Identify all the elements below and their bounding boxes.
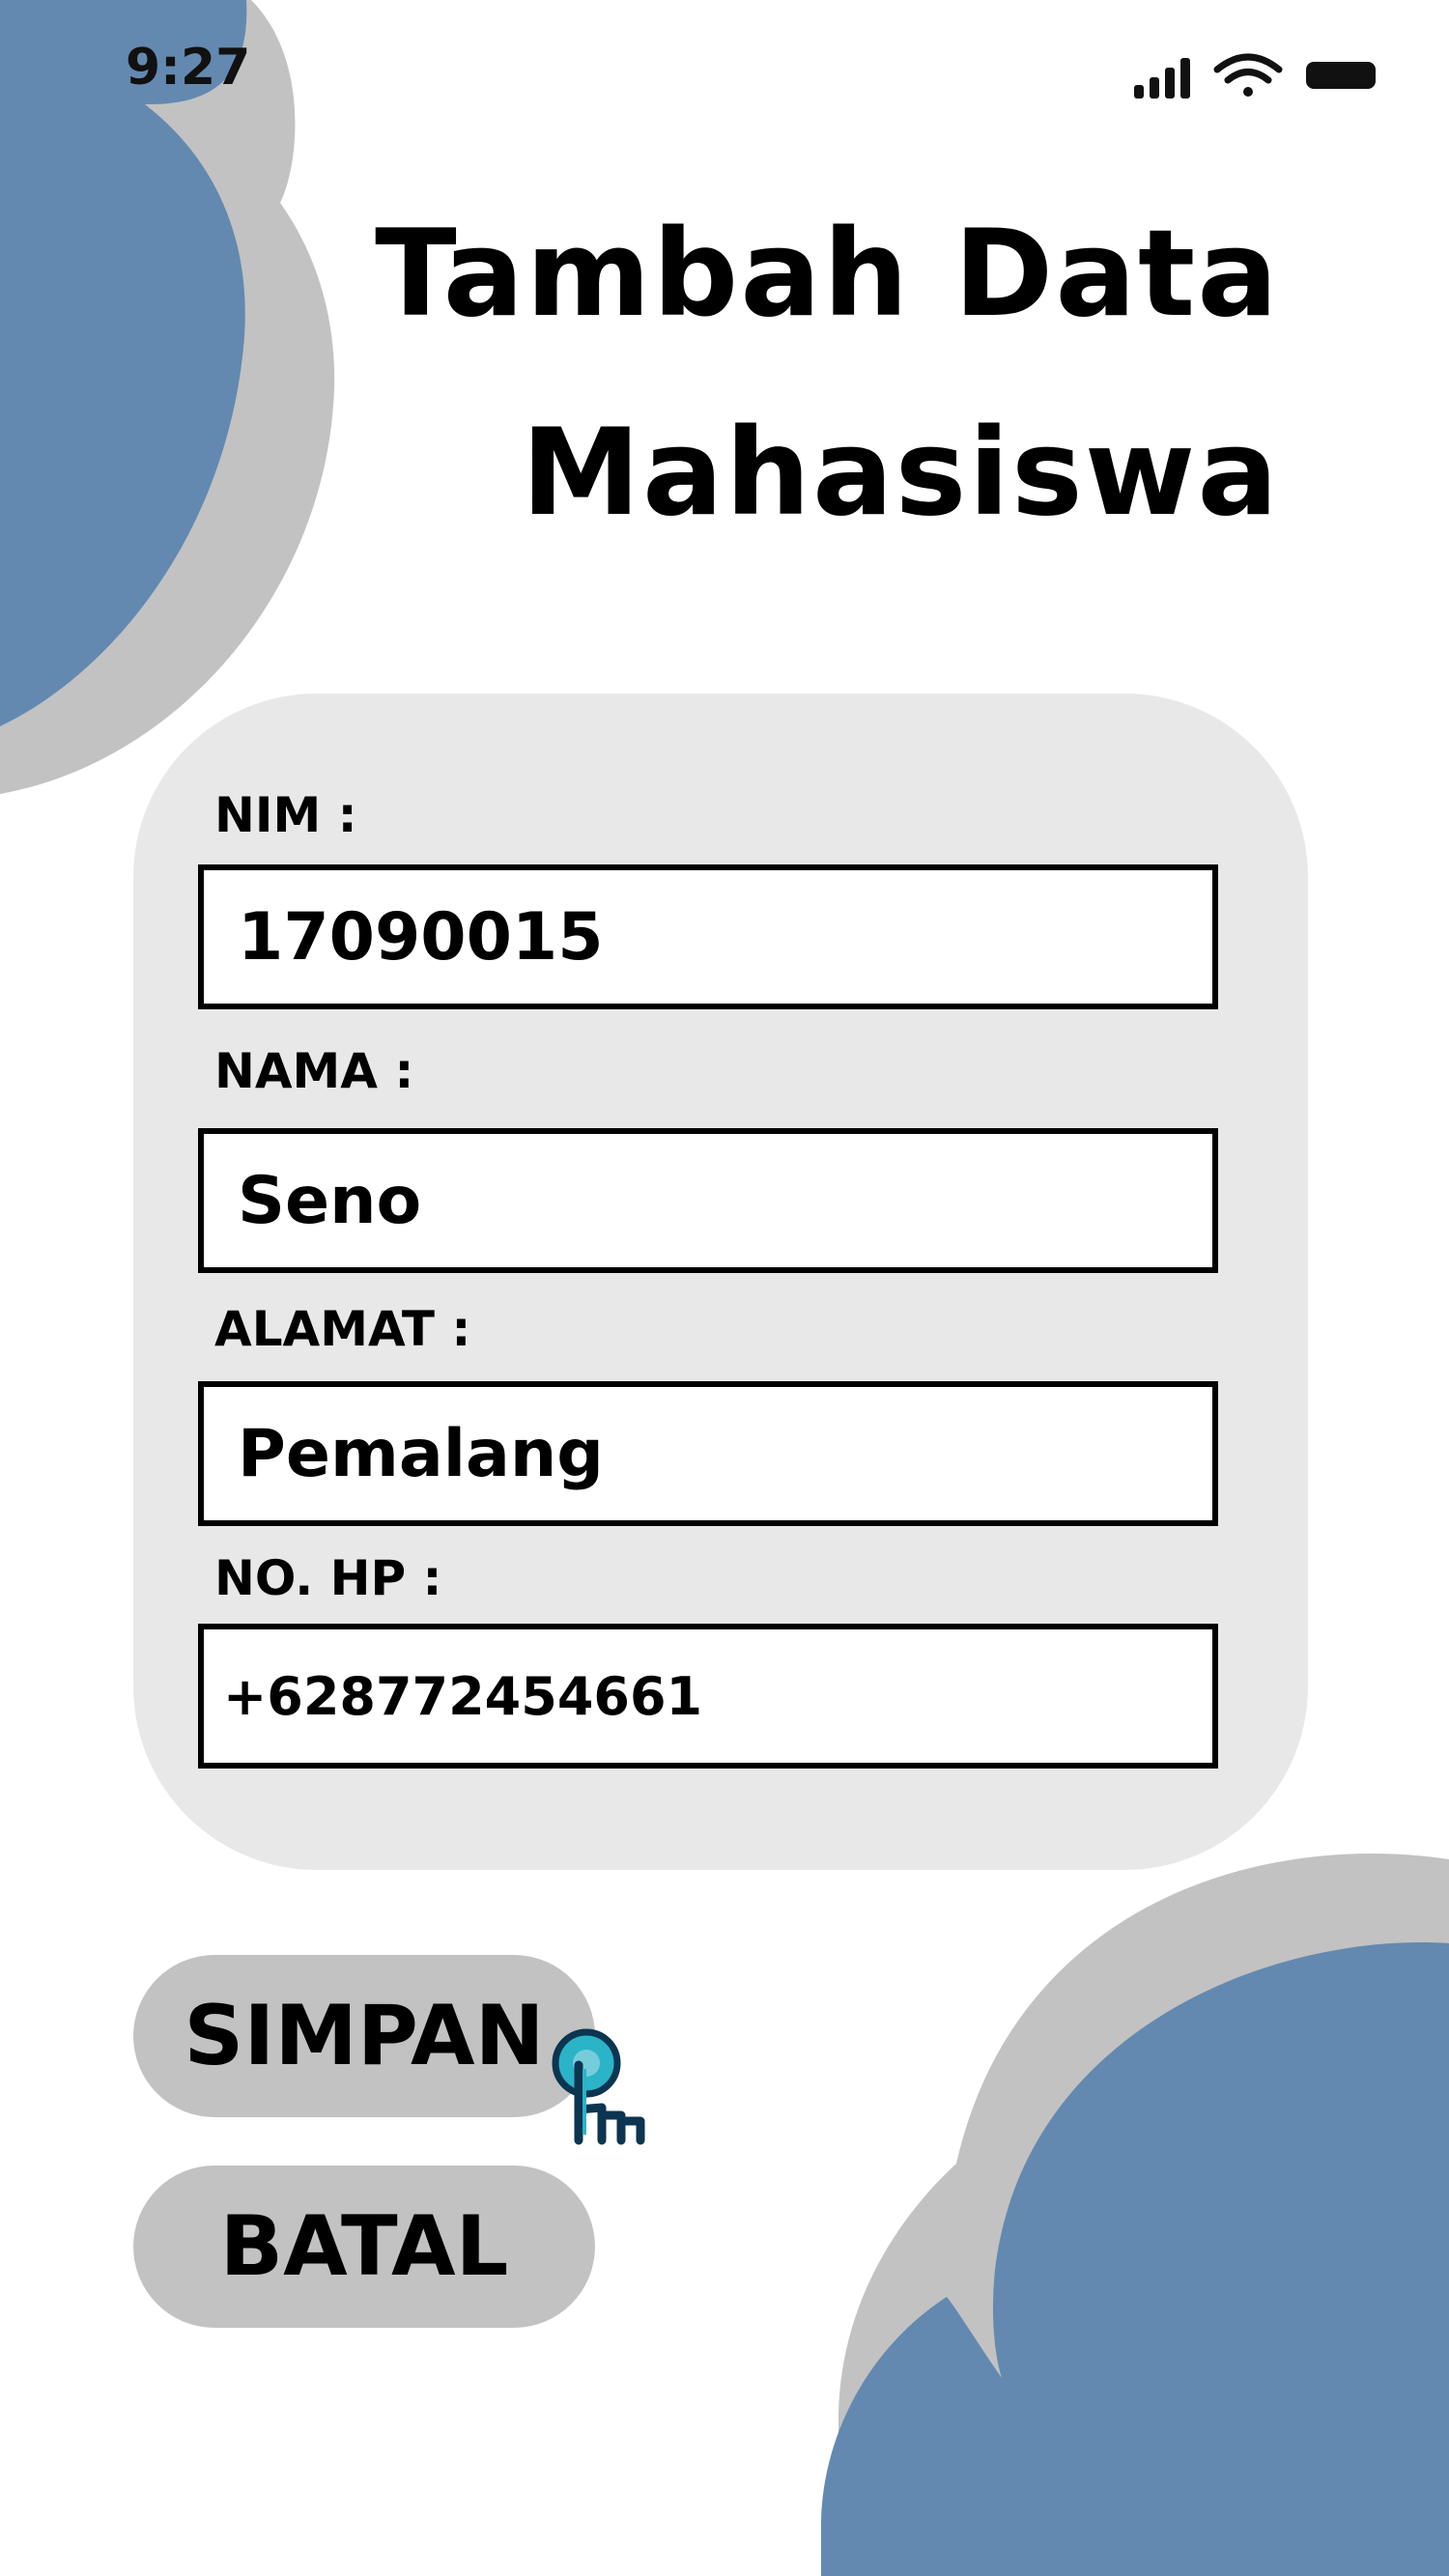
page-title-line-2: Mahasiswa xyxy=(521,404,1280,543)
status-icons xyxy=(1134,53,1376,99)
hand-pointer-icon xyxy=(552,2028,645,2145)
nama-label: NAMA : xyxy=(214,1043,414,1099)
no-hp-label: NO. HP : xyxy=(214,1550,442,1606)
nim-input[interactable]: 17090015 xyxy=(198,864,1218,1009)
nim-label: NIM : xyxy=(214,787,357,843)
save-button[interactable]: SIMPAN xyxy=(133,1955,595,2117)
signal-icon xyxy=(1134,58,1190,99)
status-bar: 9:27 xyxy=(0,0,1449,145)
nama-input[interactable]: Seno xyxy=(198,1128,1218,1273)
bottom-right-blob xyxy=(821,1854,1449,2576)
battery-icon xyxy=(1306,62,1376,89)
alamat-label: ALAMAT : xyxy=(214,1301,471,1357)
cancel-button[interactable]: BATAL xyxy=(133,2166,595,2328)
page-title-line-1: Tambah Data xyxy=(375,205,1280,344)
wifi-icon xyxy=(1213,53,1283,97)
status-time: 9:27 xyxy=(126,39,251,97)
no-hp-input[interactable]: +628772454661 xyxy=(198,1624,1218,1769)
alamat-input[interactable]: Pemalang xyxy=(198,1381,1218,1526)
